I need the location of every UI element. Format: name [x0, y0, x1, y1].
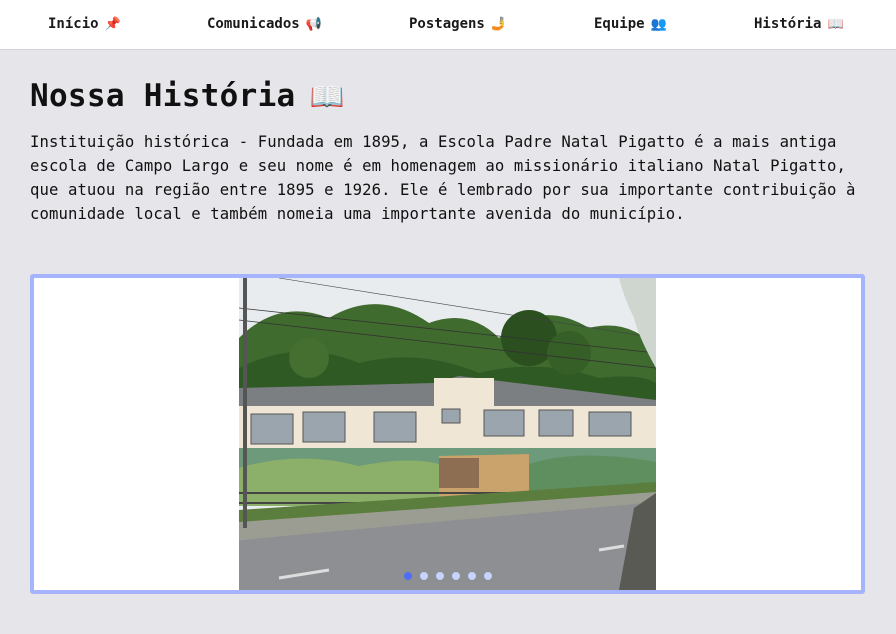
school-photo — [239, 278, 656, 590]
nav-equipe-link[interactable]: Equipe 👥 — [594, 14, 667, 35]
pushpin-icon: 📌 — [104, 17, 121, 32]
open-book-icon: 📖 — [309, 80, 345, 113]
selfie-icon: 🤳 — [490, 17, 508, 32]
loudspeaker-icon: 📢 — [305, 17, 322, 32]
carousel-dot-5[interactable] — [467, 572, 476, 580]
nav-inicio-label: Início — [48, 16, 99, 32]
carousel-dots — [34, 572, 861, 580]
carousel-dot-6[interactable] — [483, 572, 492, 580]
carousel-dot-3[interactable] — [435, 572, 444, 580]
nav-inicio-link[interactable]: Início 📌 — [48, 14, 121, 35]
nav-postagens-link[interactable]: Postagens 🤳 — [409, 14, 507, 35]
people-icon: 👥 — [650, 17, 667, 32]
nav-comunicados-label: Comunicados — [207, 16, 300, 32]
nav-historia-label: História — [754, 16, 822, 32]
open-book-icon: 📖 — [827, 17, 844, 32]
nav-comunicados-link[interactable]: Comunicados 📢 — [207, 14, 322, 35]
photo-carousel[interactable] — [30, 274, 865, 594]
page-title: Nossa História 📖 — [30, 76, 345, 117]
history-description: Instituição histórica - Fundada em 1895,… — [30, 133, 856, 223]
carousel-dot-4[interactable] — [451, 572, 460, 580]
top-nav: Início 📌 Comunicados 📢 Postagens 🤳 Equipe 👥 … — [0, 0, 896, 50]
nav-equipe-label: Equipe — [594, 16, 645, 32]
carousel-dot-2[interactable] — [419, 572, 428, 580]
carousel-dot-1[interactable] — [403, 572, 412, 580]
page-title-text: Nossa História — [30, 78, 296, 114]
nav-postagens-label: Postagens — [409, 16, 485, 32]
school-photo-illustration — [239, 278, 656, 590]
nav-historia-link[interactable]: História 📖 — [754, 14, 844, 35]
